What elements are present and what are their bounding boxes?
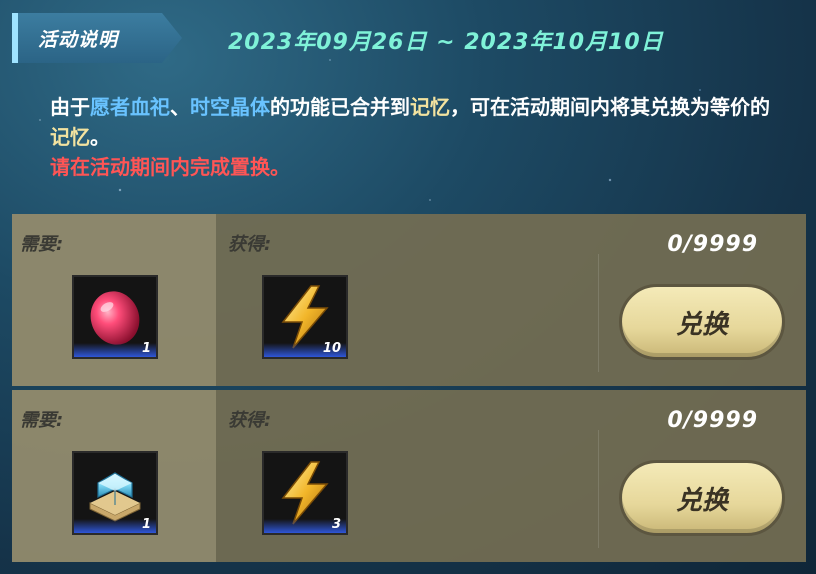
desc-text: 由于 [50, 95, 90, 119]
event-info-tab: 活动说明 [12, 13, 182, 63]
item-name-spacetime-crystal: 时空晶体 [190, 95, 270, 119]
row-divider [598, 430, 599, 548]
event-description: 由于愿者血祀、时空晶体的功能已合并到记忆，可在活动期间内将其兑换为等价的记忆。 … [50, 92, 770, 182]
need-item-slot[interactable]: 1 [72, 275, 158, 359]
exchange-button[interactable]: 兑换 [619, 284, 785, 360]
need-item-slot[interactable]: 1 [72, 451, 158, 535]
warning-text: 请在活动期间内完成置换。 [50, 155, 290, 179]
get-item-slot[interactable]: 10 [262, 275, 348, 359]
row-divider [598, 254, 599, 372]
exchange-button[interactable]: 兑换 [619, 460, 785, 536]
desc-text: 。 [90, 125, 110, 149]
tab-accent-bar [12, 13, 18, 63]
item-quantity: 3 [331, 517, 341, 532]
exchange-row: 需要: 获得: 1 [12, 390, 806, 562]
get-label: 获得: [228, 410, 272, 431]
get-item-slot[interactable]: 3 [262, 451, 348, 535]
get-label: 获得: [228, 234, 272, 255]
item-quantity: 1 [141, 341, 151, 356]
desc-separator: 、 [170, 95, 190, 119]
desc-text: ，可在活动期间内将其兑换为等价的 [450, 95, 770, 119]
event-info-title: 活动说明 [38, 29, 119, 51]
item-name-blood-sacrifice: 愿者血祀 [90, 95, 170, 119]
event-date-range: 2023年09月26日 ~ 2023年10月10日 [228, 30, 664, 55]
item-name-memory: 记忆 [50, 125, 90, 149]
need-label: 需要: [20, 234, 64, 255]
need-label: 需要: [20, 410, 64, 431]
item-quantity: 1 [141, 517, 151, 532]
desc-text: 的功能已合并到 [270, 95, 410, 119]
item-quantity: 10 [322, 341, 341, 356]
exchange-count: 0/9999 [667, 408, 758, 433]
exchange-count: 0/9999 [667, 232, 758, 257]
exchange-row: 需要: 获得: 1 [12, 214, 806, 386]
item-name-memory: 记忆 [410, 95, 450, 119]
